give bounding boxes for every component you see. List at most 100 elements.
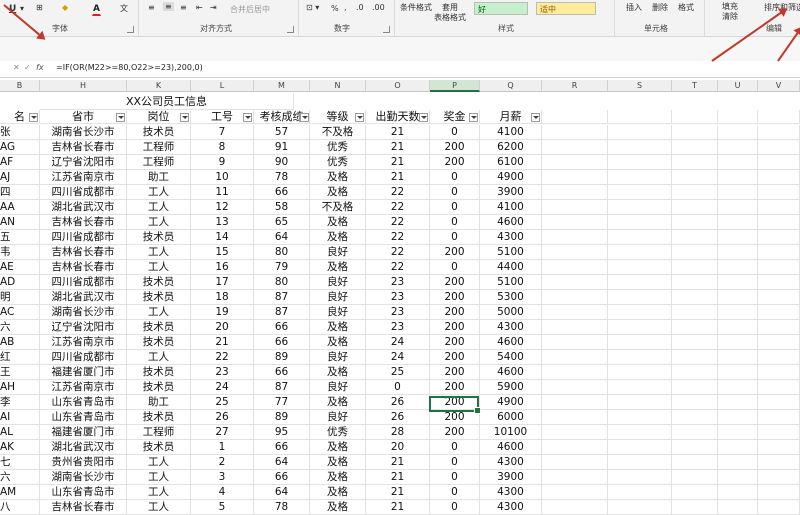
cell-score[interactable]: 87	[254, 305, 310, 320]
cell-name[interactable]: AB	[0, 335, 40, 350]
conditional-format-button[interactable]: 条件格式	[400, 2, 432, 13]
col-header-P[interactable]: P	[430, 80, 480, 92]
cell-score[interactable]: 66	[254, 185, 310, 200]
empty-cell[interactable]	[758, 155, 800, 170]
cell-grade[interactable]: 良好	[310, 380, 366, 395]
cell-salary[interactable]: 3900	[480, 185, 542, 200]
cell-id[interactable]: 27	[191, 425, 254, 440]
cell-province[interactable]: 江苏省南京市	[40, 170, 127, 185]
empty-cell[interactable]	[718, 215, 758, 230]
cell-bonus[interactable]: 0	[430, 440, 480, 455]
cell-attendance[interactable]: 22	[366, 185, 430, 200]
empty-cell[interactable]	[672, 305, 718, 320]
cell-attendance[interactable]: 23	[366, 305, 430, 320]
cell-name[interactable]: 八	[0, 500, 40, 515]
cell-score[interactable]: 90	[254, 155, 310, 170]
empty-cell[interactable]	[758, 320, 800, 335]
empty-cell[interactable]	[672, 425, 718, 440]
indent-icon[interactable]: ⇤	[196, 3, 203, 12]
cell-name[interactable]: AI	[0, 410, 40, 425]
cell-bonus[interactable]: 0	[430, 230, 480, 245]
empty-cell[interactable]	[718, 185, 758, 200]
cell-name[interactable]: AG	[0, 140, 40, 155]
empty-cell[interactable]	[718, 470, 758, 485]
cell-score[interactable]: 58	[254, 200, 310, 215]
cell-id[interactable]: 10	[191, 170, 254, 185]
empty-cell[interactable]	[718, 350, 758, 365]
empty-cell[interactable]	[542, 125, 608, 140]
col-header-O[interactable]: O	[366, 80, 430, 92]
spreadsheet-grid[interactable]: B H K L M N O P Q R S T U V XX公司员工信息 名省市…	[0, 80, 800, 515]
cell-grade[interactable]: 及格	[310, 230, 366, 245]
cell-score[interactable]: 87	[254, 380, 310, 395]
cell-attendance[interactable]: 22	[366, 230, 430, 245]
empty-cell[interactable]	[542, 320, 608, 335]
cell-score[interactable]: 66	[254, 470, 310, 485]
empty-cell[interactable]	[608, 425, 672, 440]
empty-cell[interactable]	[718, 500, 758, 515]
empty-cell[interactable]	[758, 125, 800, 140]
format-button[interactable]: 格式	[678, 2, 694, 13]
empty-cell[interactable]	[608, 185, 672, 200]
cell-name[interactable]: AD	[0, 275, 40, 290]
empty-cell[interactable]	[718, 455, 758, 470]
empty-cell[interactable]	[718, 110, 758, 124]
cell-bonus[interactable]: 0	[430, 200, 480, 215]
cell-attendance[interactable]: 0	[366, 380, 430, 395]
empty-cell[interactable]	[672, 290, 718, 305]
cell-id[interactable]: 24	[191, 380, 254, 395]
cell-grade[interactable]: 优秀	[310, 155, 366, 170]
empty-cell[interactable]	[542, 395, 608, 410]
cell-id[interactable]: 8	[191, 140, 254, 155]
cell-score[interactable]: 57	[254, 125, 310, 140]
empty-cell[interactable]	[672, 260, 718, 275]
cell-score[interactable]: 80	[254, 245, 310, 260]
phonetic-icon[interactable]: 文	[120, 3, 128, 14]
empty-cell[interactable]	[718, 290, 758, 305]
empty-cell[interactable]	[608, 410, 672, 425]
border-icon[interactable]: ⊞	[36, 3, 43, 12]
cell-bonus[interactable]: 200	[430, 305, 480, 320]
cell-position[interactable]: 工程师	[127, 425, 191, 440]
cell-name[interactable]: AL	[0, 425, 40, 440]
cell-attendance[interactable]: 23	[366, 290, 430, 305]
empty-cell[interactable]	[758, 425, 800, 440]
cell-bonus[interactable]: 0	[430, 455, 480, 470]
empty-cell[interactable]	[758, 245, 800, 260]
empty-cell[interactable]	[718, 425, 758, 440]
percent-button[interactable]: %	[330, 3, 340, 14]
empty-cell[interactable]	[758, 260, 800, 275]
cell-score[interactable]: 87	[254, 290, 310, 305]
formula-input[interactable]: =IF(OR(M22>=80,O22>=23),200,0)	[56, 63, 796, 72]
cell-position[interactable]: 工人	[127, 485, 191, 500]
cell-id[interactable]: 5	[191, 500, 254, 515]
empty-cell[interactable]	[758, 440, 800, 455]
cell-id[interactable]: 7	[191, 125, 254, 140]
cell-salary[interactable]: 6200	[480, 140, 542, 155]
cell-attendance[interactable]: 21	[366, 170, 430, 185]
empty-cell[interactable]	[608, 365, 672, 380]
cell-attendance[interactable]: 21	[366, 500, 430, 515]
cell-province[interactable]: 江苏省南京市	[40, 335, 127, 350]
empty-cell[interactable]	[542, 170, 608, 185]
col-header-L[interactable]: L	[191, 80, 254, 92]
cell-id[interactable]: 4	[191, 485, 254, 500]
empty-cell[interactable]	[718, 410, 758, 425]
empty-cell[interactable]	[542, 485, 608, 500]
cell-grade[interactable]: 及格	[310, 215, 366, 230]
cell-name[interactable]: AA	[0, 200, 40, 215]
empty-cell[interactable]	[542, 410, 608, 425]
cell-name[interactable]: 明	[0, 290, 40, 305]
empty-cell[interactable]	[608, 500, 672, 515]
cell-score[interactable]: 89	[254, 350, 310, 365]
cell-grade[interactable]: 良好	[310, 350, 366, 365]
col-header-R[interactable]: R	[542, 80, 608, 92]
cell-bonus[interactable]: 200	[430, 320, 480, 335]
cell-name[interactable]: 韦	[0, 245, 40, 260]
empty-cell[interactable]	[542, 500, 608, 515]
empty-cell[interactable]	[608, 440, 672, 455]
empty-cell[interactable]	[672, 230, 718, 245]
empty-cell[interactable]	[672, 410, 718, 425]
empty-cell[interactable]	[758, 200, 800, 215]
cell-province[interactable]: 湖北省武汉市	[40, 290, 127, 305]
